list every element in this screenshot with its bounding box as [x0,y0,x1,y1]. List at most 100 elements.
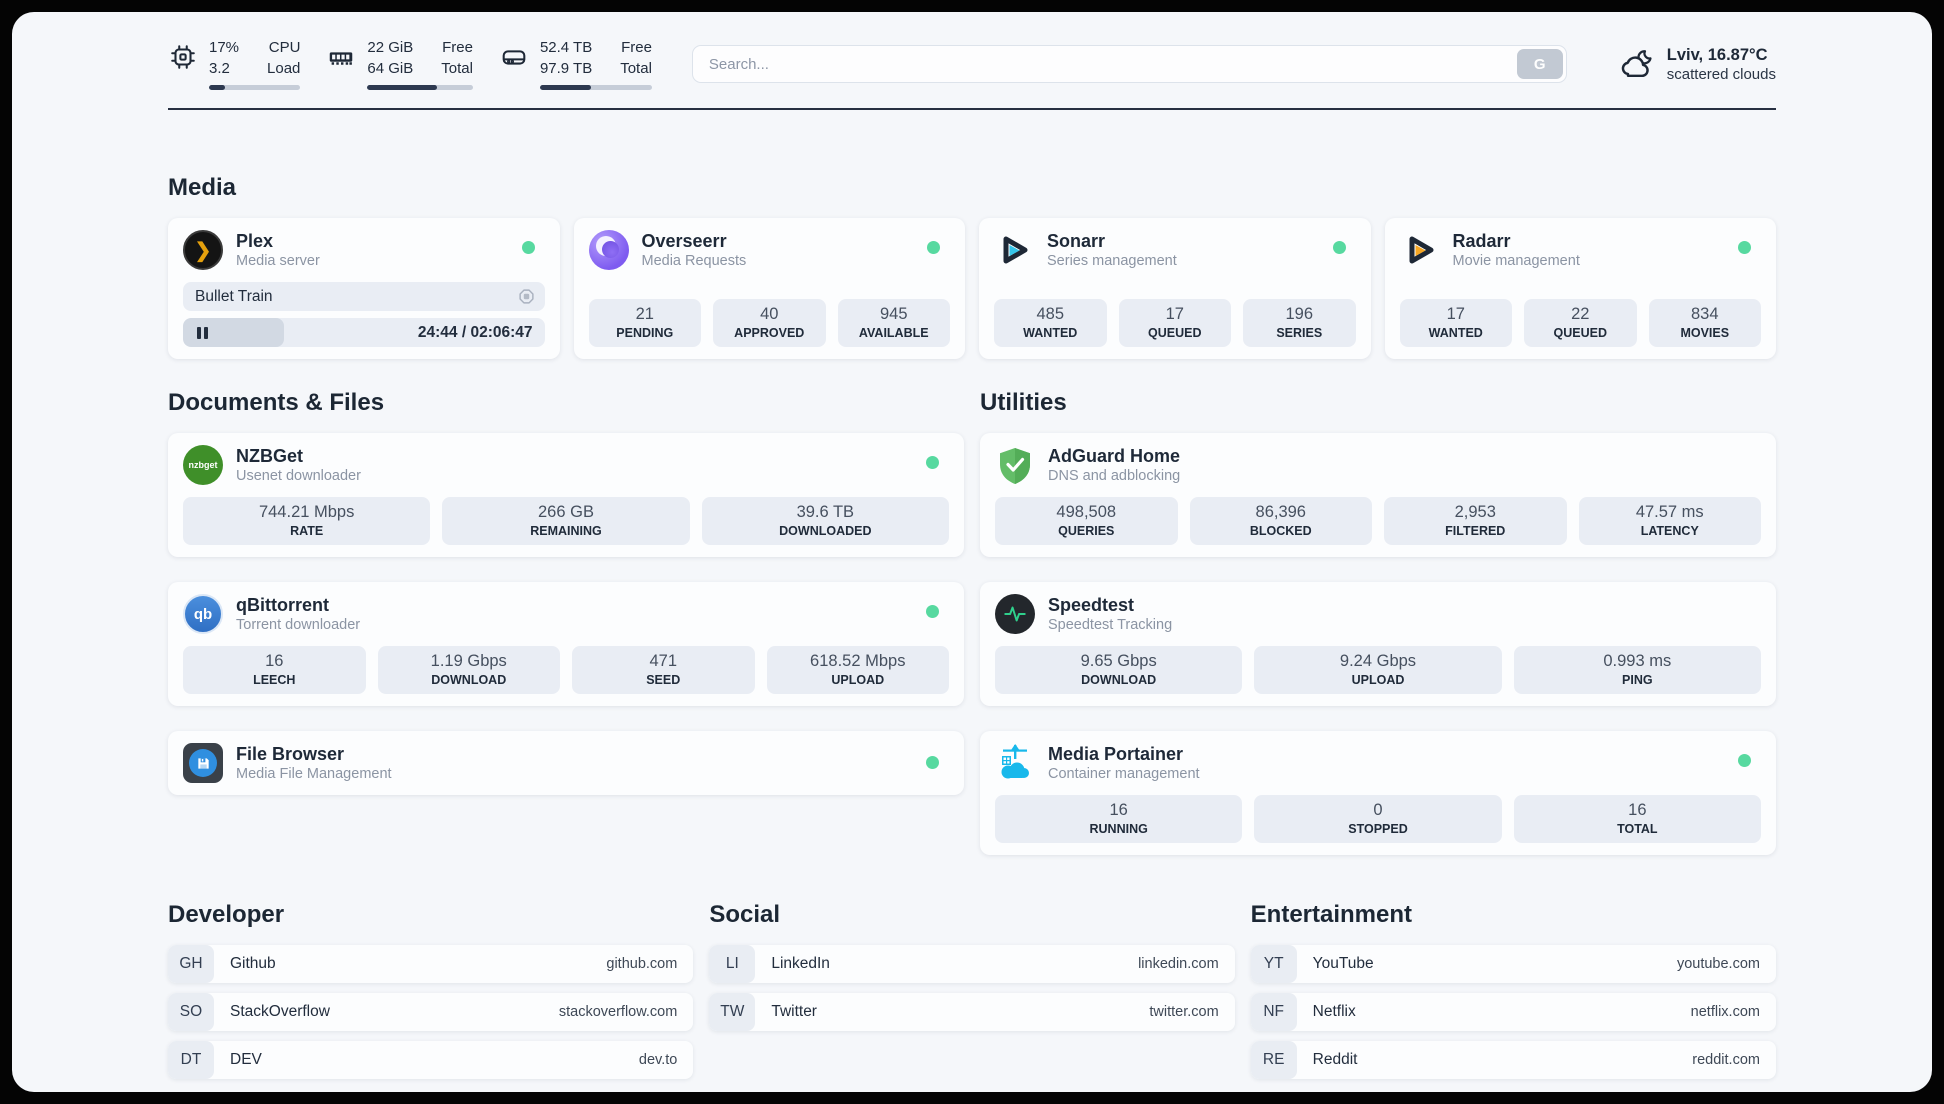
stat-box: 834 MOVIES [1648,299,1761,347]
section-title-documents: Documents & Files [168,389,385,416]
stat-box: 485 WANTED [994,299,1107,347]
bookmark-linkedin[interactable]: LI LinkedIn linkedin.com [709,945,1235,983]
utilities-column: Utilities AdGuard Home DNS and adblockin… [980,389,1776,855]
bookmark-url: twitter.com [1149,1004,1219,1020]
stat-box: 16 TOTAL [1513,795,1761,843]
stat-box: 16 RUNNING [995,795,1243,843]
stat-box: 2,953 FILTERED [1384,497,1567,545]
app-card-overseerr[interactable]: Overseerr Media Requests 21 PENDING 40 APP… [573,218,965,359]
bookmark-group-entertainment: Entertainment YT YouTube youtube.com NF … [1250,901,1776,1079]
app-subtitle: Speedtest Tracking [1048,617,1173,634]
stat-box: 618.52 Mbps UPLOAD [766,646,949,694]
bookmark-stackoverflow[interactable]: SO StackOverflow stackoverflow.com [168,993,694,1031]
app-subtitle: Series management [1047,253,1177,270]
weather-location: Lviv, 16.87°C [1666,45,1768,64]
pause-icon[interactable] [193,326,212,339]
adguard-icon [995,445,1035,485]
memory-free-label: Free [442,39,473,57]
media-card-grid: ❯ Plex Media server Bullet Train 24:44 /… [168,218,1776,359]
bookmark-reddit[interactable]: RE Reddit reddit.com [1250,1041,1776,1079]
app-subtitle: DNS and adblocking [1048,468,1181,485]
bookmark-netflix[interactable]: NF Netflix netflix.com [1250,993,1776,1031]
bookmark-badge: SO [168,993,214,1031]
plex-icon: ❯ [183,230,223,270]
storage-total-label: Total [620,59,652,77]
app-name: Radarr [1452,230,1511,251]
app-card-sonarr[interactable]: Sonarr Series management 485 WANTED 17 QUE… [979,218,1371,359]
app-name: Speedtest [1048,594,1135,615]
status-online-dot [1738,754,1751,767]
bookmark-name: LinkedIn [771,955,830,972]
bookmark-youtube[interactable]: YT YouTube youtube.com [1250,945,1776,983]
bookmark-name: StackOverflow [230,1003,330,1020]
stat-box: 266 GB REMAINING [442,497,690,545]
bookmark-name: YouTube [1312,955,1374,972]
storage-free-value: 52.4 TB [539,39,593,57]
stat-box: 196 SERIES [1243,299,1356,347]
top-bar: 17% 3.2 CPU Load 22 GiB 64 GiB Free Tota… [168,34,1776,94]
bookmark-name: Github [230,955,276,972]
stat-box: 9.24 Gbps UPLOAD [1254,646,1502,694]
qbittorrent-icon: qb [183,594,223,634]
stat-box: 471 SEED [572,646,755,694]
status-online-dot [926,756,939,769]
search-input[interactable] [695,55,1517,73]
section-title-entertainment: Entertainment [1250,901,1413,928]
memory-free-value: 22 GiB [367,39,414,57]
app-card-qbittorrent[interactable]: qb qBittorrent Torrent downloader 16 LEEC… [168,582,964,706]
bookmark-badge: LI [709,945,756,983]
cpu-chip-icon [171,45,195,70]
app-name: qBittorrent [236,594,329,615]
weather-widget[interactable]: Lviv, 16.87°C scattered clouds [1617,46,1776,83]
status-online-dot [521,241,535,254]
search-engine-button[interactable]: G [1516,49,1563,79]
status-online-dot [926,605,939,618]
overseerr-icon [588,230,629,270]
radarr-icon [1400,230,1440,270]
bookmark-url: youtube.com [1676,956,1760,972]
bookmark-twitter[interactable]: TW Twitter twitter.com [709,993,1235,1031]
stat-box: 86,396 BLOCKED [1189,497,1372,545]
now-playing-row: Bullet Train [183,282,545,311]
speedtest-icon [995,594,1035,634]
app-card-speedtest[interactable]: Speedtest Speedtest Tracking 9.65 Gbps DO… [980,582,1776,706]
app-subtitle: Container management [1048,766,1200,783]
app-name: File Browser [236,743,345,764]
app-name: Overseerr [641,230,727,251]
app-subtitle: Movie management [1452,253,1580,270]
playback-progress[interactable]: 24:44 / 02:06:47 [183,318,545,347]
stat-box: 9.65 Gbps DOWNLOAD [995,646,1243,694]
app-card-radarr[interactable]: Radarr Movie management 17 WANTED 22 QUEUE… [1384,218,1776,359]
app-name: Media Portainer [1048,743,1184,764]
app-card-plex[interactable]: ❯ Plex Media server Bullet Train 24:44 /… [168,218,560,359]
app-subtitle: Usenet downloader [236,468,361,485]
app-subtitle: Torrent downloader [236,617,361,634]
ram-icon [330,52,353,65]
stat-box: 17 WANTED [1399,299,1512,347]
cpu-label: CPU [268,39,301,57]
bookmark-github[interactable]: GH Github github.com [168,945,694,983]
bookmark-badge: RE [1250,1041,1297,1079]
storage-free-label: Free [621,39,652,57]
app-card-filebrowser[interactable]: File Browser Media File Management [168,731,964,795]
memory-total-label: Total [441,59,473,77]
session-target-icon[interactable] [518,288,535,305]
cpu-load-value: 3.2 [209,59,230,77]
app-card-adguard[interactable]: AdGuard Home DNS and adblocking 498,508 Q… [980,433,1776,557]
storage-progress-fill [539,84,592,90]
memory-progress-bar [367,84,473,90]
bookmark-url: stackoverflow.com [558,1004,678,1020]
stat-box: 945 AVAILABLE [837,299,950,347]
bookmark-dev[interactable]: DT DEV dev.to [168,1041,694,1079]
bookmark-name: DEV [230,1051,262,1068]
section-title-developer: Developer [168,901,285,928]
app-name: NZBGet [236,445,303,466]
bookmarks-area: Developer GH Github github.com SO StackO… [168,901,1776,1079]
section-title-media: Media [168,174,237,201]
app-card-nzbget[interactable]: nzbget NZBGet Usenet downloader 744.21 M… [168,433,964,557]
app-card-portainer[interactable]: Media Portainer Container management 16 R… [980,731,1776,855]
memory-widget: 22 GiB 64 GiB Free Total [326,38,473,90]
cpu-progress-bar [209,84,301,90]
stat-box: 17 QUEUED [1118,299,1231,347]
app-name: Plex [236,230,274,251]
